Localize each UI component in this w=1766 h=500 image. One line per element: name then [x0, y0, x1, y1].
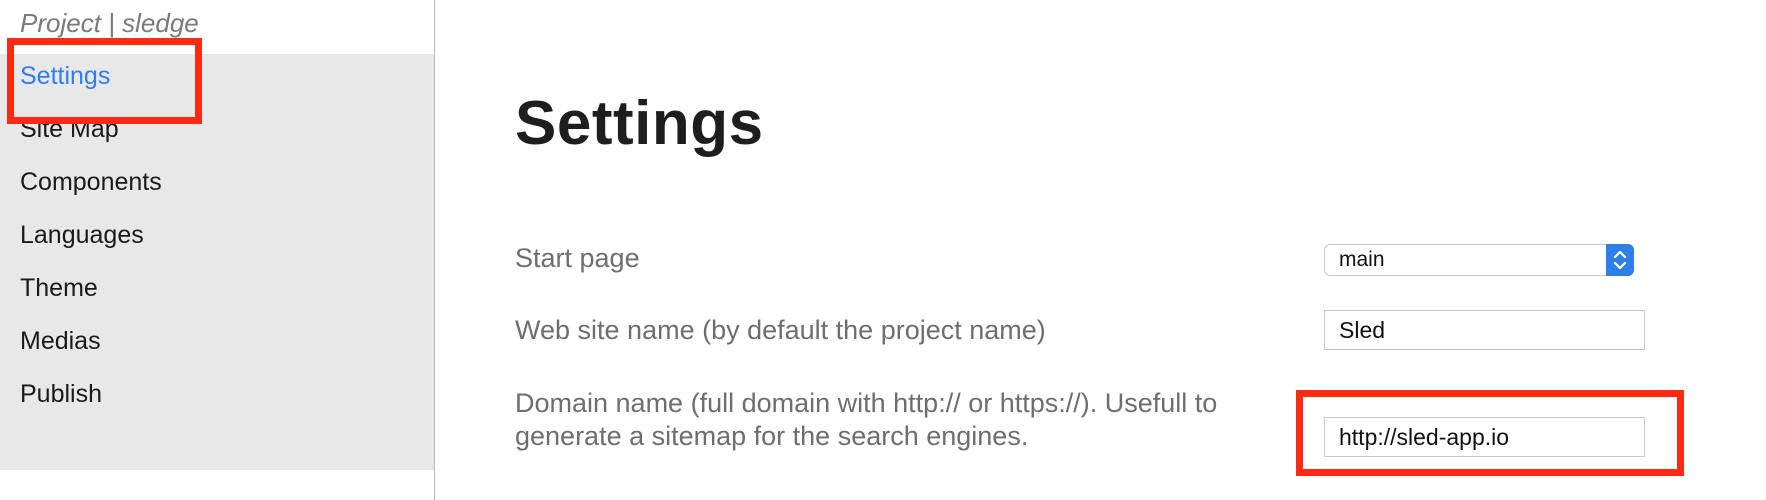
site-name-label: Web site name (by default the project na…: [515, 315, 1046, 345]
project-breadcrumb: Project | sledge: [20, 8, 199, 38]
app-window: Project | sledge Settings Site Map Compo…: [0, 0, 1766, 500]
sidebar-nav: Settings Site Map Components Languages T…: [0, 54, 434, 470]
start-page-select-value: main: [1339, 248, 1385, 271]
domain-label-line2: generate a sitemap for the search engine…: [515, 421, 1029, 451]
sidebar-item-medias[interactable]: Medias: [20, 327, 101, 356]
start-page-label: Start page: [515, 243, 640, 273]
domain-input[interactable]: [1324, 417, 1645, 457]
sidebar-item-theme[interactable]: Theme: [20, 274, 98, 303]
domain-label-line1: Domain name (full domain with http:// or…: [515, 388, 1218, 418]
page-title: Settings: [515, 89, 764, 158]
main-content: Settings Start page main Web site name (…: [435, 0, 1766, 500]
site-name-input[interactable]: [1324, 310, 1645, 350]
chevron-up-down-icon[interactable]: [1606, 244, 1634, 276]
sidebar-item-settings[interactable]: Settings: [20, 62, 110, 91]
sidebar-item-languages[interactable]: Languages: [20, 221, 144, 250]
sidebar-item-site-map[interactable]: Site Map: [20, 115, 119, 144]
sidebar-item-components[interactable]: Components: [20, 168, 162, 197]
sidebar: Project | sledge Settings Site Map Compo…: [0, 0, 435, 500]
start-page-select[interactable]: main: [1324, 244, 1634, 276]
sidebar-item-publish[interactable]: Publish: [20, 380, 102, 409]
